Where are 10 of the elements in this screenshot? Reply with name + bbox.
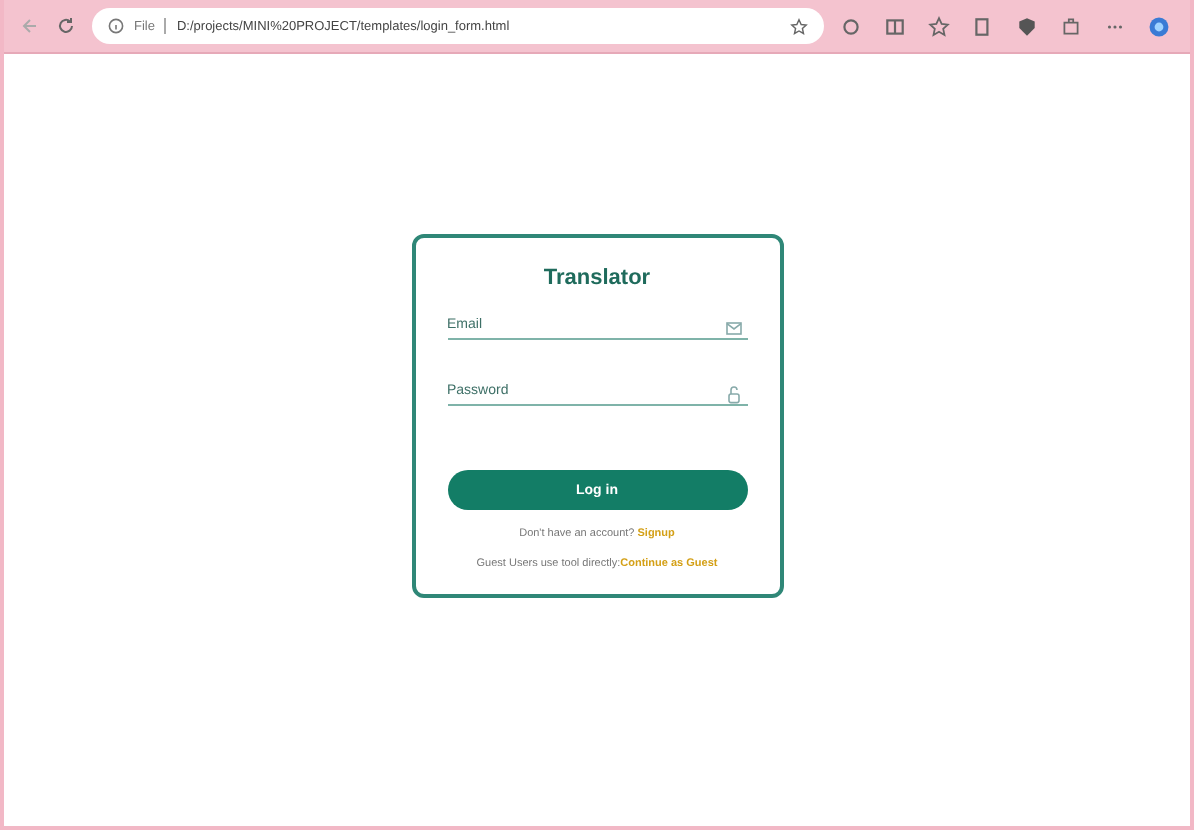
reload-icon[interactable] [56, 16, 76, 36]
info-icon [108, 18, 124, 34]
star-icon[interactable] [790, 17, 808, 35]
lock-icon [723, 384, 743, 404]
profile-icon[interactable] [1148, 15, 1170, 37]
split-screen-icon[interactable] [884, 15, 906, 37]
form-title: Translator [541, 266, 653, 290]
mail-icon [723, 318, 743, 338]
shield-icon[interactable] [1016, 15, 1038, 37]
favorites-icon[interactable] [928, 15, 950, 37]
